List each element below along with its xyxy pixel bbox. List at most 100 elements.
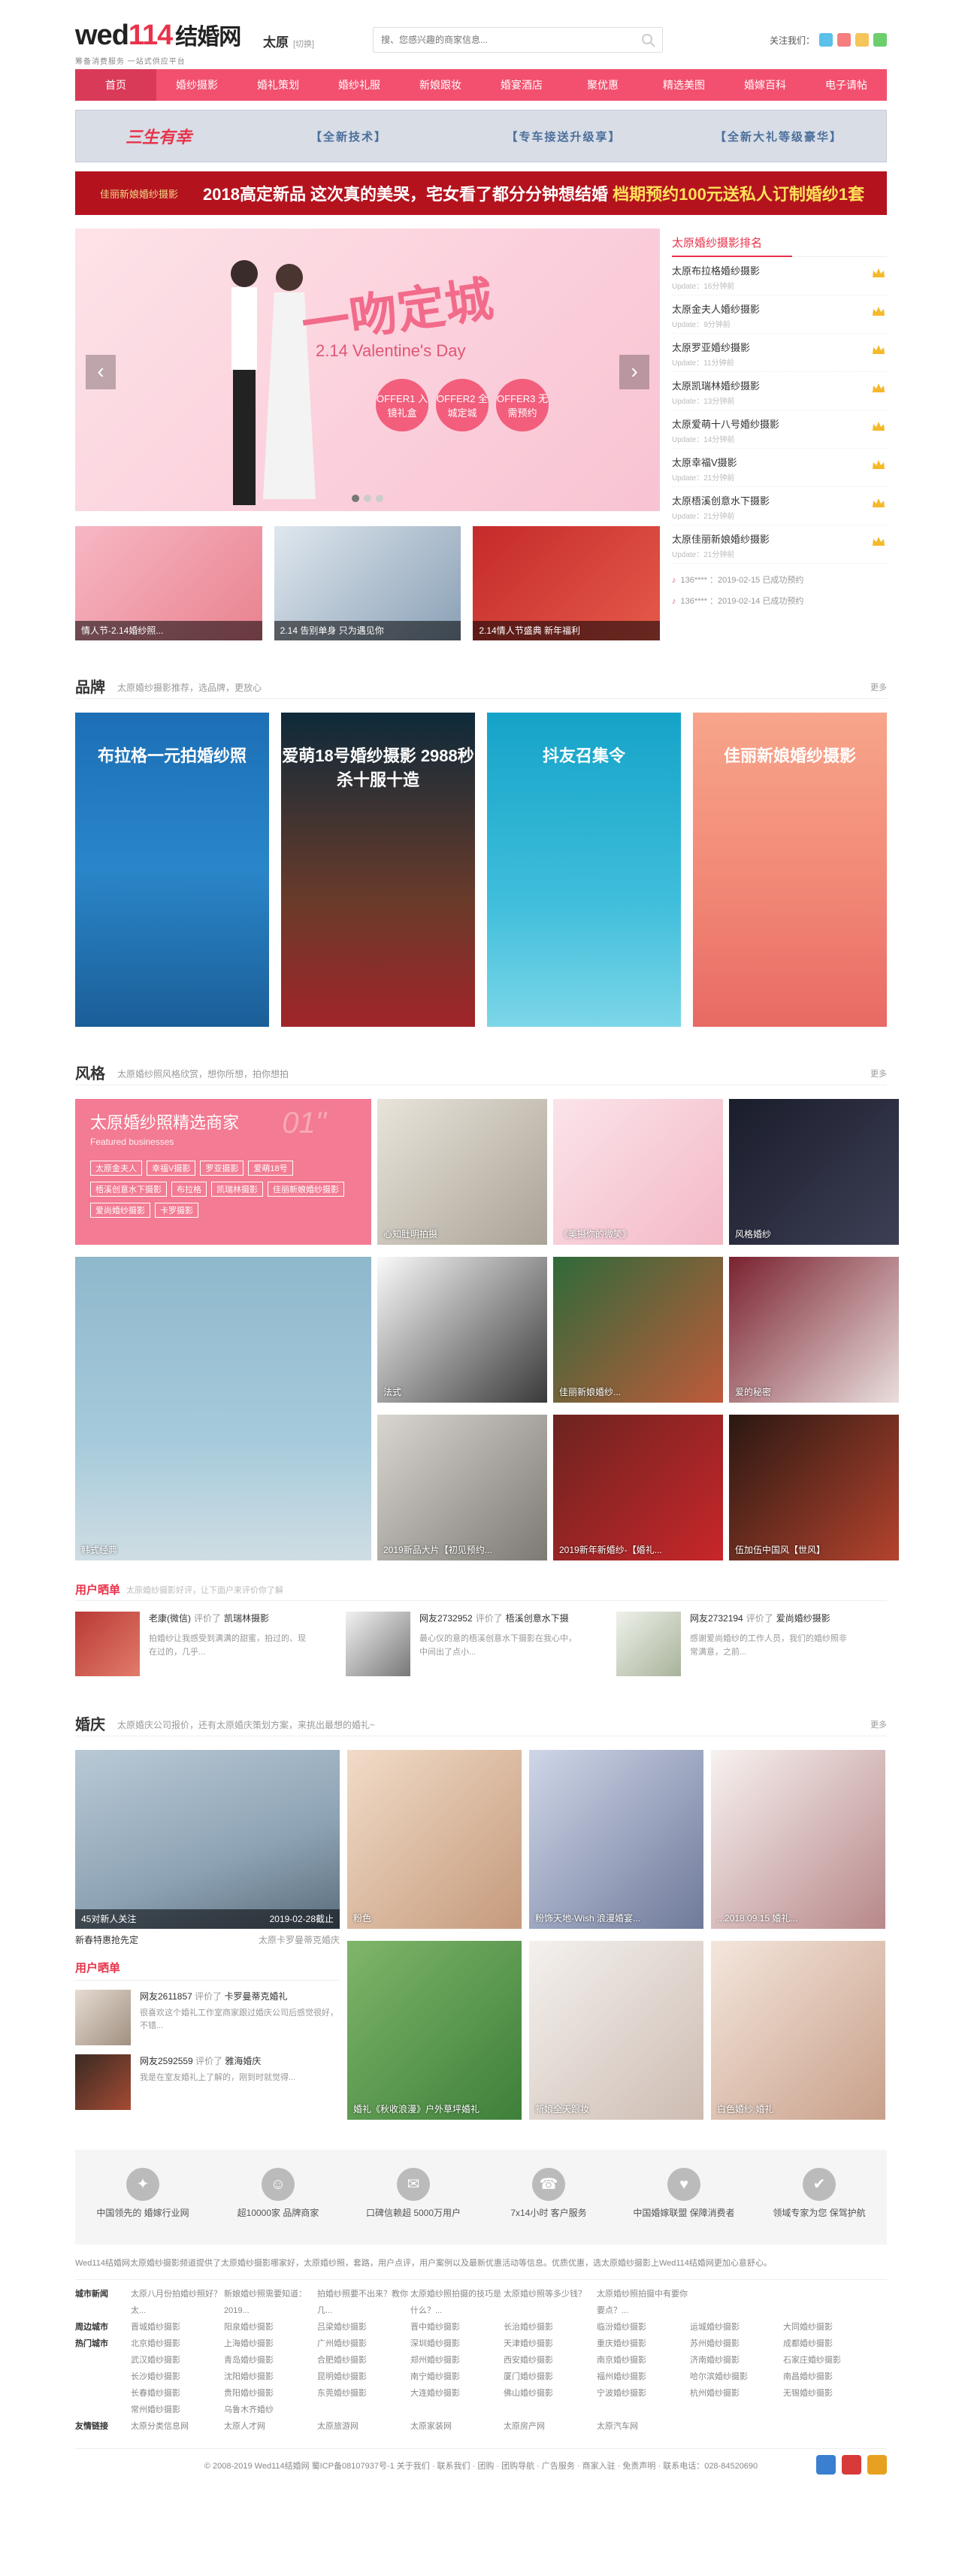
slider-dot[interactable] [376,495,383,502]
footer-link[interactable]: 南昌婚纱摄影 [783,2369,876,2385]
footer-link[interactable]: 哈尔滨婚纱摄影 [690,2369,783,2385]
footer-link[interactable]: 佛山婚纱摄影 [504,2385,597,2402]
nav-wedding-dress[interactable]: 婚纱礼服 [319,69,400,101]
footer-link[interactable]: 武汉婚纱摄影 [131,2352,224,2369]
shop-tag[interactable]: 罗亚摄影 [200,1161,244,1176]
wechat-icon[interactable] [873,33,887,47]
user-order[interactable]: 网友2732194 评价了 爱尚婚纱摄影 感谢爱尚婚纱的工作人员，我们的婚纱照非常满意… [616,1612,887,1678]
footer-link[interactable]: 济南婚纱摄影 [690,2352,783,2369]
more-link[interactable]: 更多 [870,681,887,693]
footer-link[interactable]: 北京婚纱摄影 [131,2335,224,2352]
nav-banquet-hotel[interactable]: 婚宴酒店 [481,69,562,101]
featured-photo[interactable]: 韩式经典 [75,1257,371,1560]
image-slider[interactable]: 一吻定城 2.14 Valentine's Day OFFER1 入镜礼盒 OF… [75,229,660,511]
shop-tag[interactable]: 布拉格 [171,1182,207,1197]
nav-gallery[interactable]: 精选美图 [643,69,725,101]
user-order[interactable]: 老康(微信) 评价了 凯瑞林摄影 拍婚纱让我感受到满满的甜蜜，拍过的、现在过的，几乎.… [75,1612,346,1678]
reviewed-shop[interactable]: 卡罗曼蒂克婚礼 [225,1991,288,2002]
wedding-item[interactable]: 新娘全天跟妆 [529,1941,703,2120]
footer-link[interactable]: 常州婚纱摄影 [131,2402,224,2418]
footer-link[interactable]: 太原房产网 [504,2418,597,2435]
footer-link[interactable]: 青岛婚纱摄影 [224,2352,317,2369]
footer-link[interactable]: 石家庄婚纱摄影 [783,2352,876,2369]
footer-link[interactable]: 太原分类信息网 [131,2418,224,2435]
footer-link[interactable]: 长沙婚纱摄影 [131,2369,224,2385]
style-item[interactable]: 佳丽新娘婚纱... [553,1257,723,1403]
footer-link[interactable]: 大同婚纱摄影 [783,2319,876,2335]
footer-link[interactable]: 太原汽车网 [597,2418,690,2435]
wedding-item[interactable]: ...2018.09.15 婚礼... [711,1750,885,1929]
ranking-item[interactable]: 太原爱萌十八号婚纱摄影 Update：14分钟前 [672,410,887,449]
reviewed-shop[interactable]: 梧溪创意水下摄 [506,1613,569,1624]
shop-tag[interactable]: 卡罗摄影 [155,1203,198,1218]
style-item[interactable]: 爱的秘密 [729,1257,899,1403]
ranking-item[interactable]: 太原凯瑞林婚纱摄影 Update：13分钟前 [672,372,887,410]
footer-link[interactable]: 太原婚纱照拍摄中有要你要点？... [597,2286,690,2319]
wedding-item[interactable]: 婚礼《秋收浪漫》户外草坪婚礼 [347,1941,522,2120]
footer-link[interactable]: 吕梁婚纱摄影 [317,2319,410,2335]
brand-card[interactable]: 佳丽新娘婚纱摄影 [693,713,887,1027]
footer-link[interactable]: 合肥婚纱摄影 [317,2352,410,2369]
footer-link[interactable]: 郑州婚纱摄影 [410,2352,504,2369]
footer-link[interactable]: 成都婚纱摄影 [783,2335,876,2352]
footer-link[interactable]: 厦门婚纱摄影 [504,2369,597,2385]
slider-next-button[interactable]: › [619,355,649,389]
footer-link[interactable]: 晋城婚纱摄影 [131,2319,224,2335]
slider-dot[interactable] [352,495,359,502]
ranking-item[interactable]: 太原罗亚婚纱摄影 Update：11分钟前 [672,334,887,372]
reviewed-shop[interactable]: 爱尚婚纱摄影 [776,1613,830,1624]
nav-encyclopedia[interactable]: 婚嫁百科 [725,69,806,101]
footer-link[interactable]: 晋中婚纱摄影 [410,2319,504,2335]
footer-link[interactable]: 杭州婚纱摄影 [690,2385,783,2402]
brand-card[interactable]: 爱萌18号婚纱摄影 2988秒杀十服十造 [281,713,475,1027]
ad-banner-1[interactable]: 三生有幸 【全新技术】 【专车接送升级享】 【全新大礼等级豪华】 [75,110,887,162]
footer-link[interactable]: 南京婚纱摄影 [597,2352,690,2369]
wedding-user-order[interactable]: 网友2592559 评价了 雅海婚庆 我是在室友婚礼上了解的，刚到时就觉得... [75,2054,340,2110]
wedding-item[interactable]: 白色婚纱 婚礼 [711,1941,885,2120]
footer-link[interactable]: 东莞婚纱摄影 [317,2385,410,2402]
promo-thumb[interactable]: 情人节-2.14婚纱照... [75,526,262,640]
shop-tag[interactable]: 凯瑞林摄影 [211,1182,263,1197]
footer-link[interactable]: 太原人才网 [224,2418,317,2435]
style-item[interactable]: 2019新品大片【初见预约... [377,1415,547,1560]
feature-promo[interactable]: 新春特惠抢先定 [75,1933,138,1946]
footer-link[interactable]: 无锡婚纱摄影 [783,2385,876,2402]
footer-link[interactable]: 宁波婚纱摄影 [597,2385,690,2402]
footer-link[interactable]: 福州婚纱摄影 [597,2369,690,2385]
footer-link[interactable]: 西安婚纱摄影 [504,2352,597,2369]
style-item[interactable]: 法式 [377,1257,547,1403]
site-logo[interactable]: wed114 结婚网 筹备消费服务 一站式供应平台 [75,21,256,66]
style-item[interactable]: 2019新年新婚纱-【婚礼... [553,1415,723,1560]
footer-link[interactable]: 长治婚纱摄影 [504,2319,597,2335]
footer-link[interactable]: 天津婚纱摄影 [504,2335,597,2352]
promo-thumb[interactable]: 2.14 告别单身 只为遇见你 [274,526,461,640]
footer-link[interactable]: 长春婚纱摄影 [131,2385,224,2402]
city-switch-link[interactable]: [切换] [293,40,314,49]
footer-link[interactable]: 运城婚纱摄影 [690,2319,783,2335]
footer-link[interactable]: 新娘婚纱照需要知道：2019... [224,2286,317,2319]
footer-link[interactable]: 太原婚纱照拍摄的技巧是什么？... [410,2286,504,2319]
ranking-item[interactable]: 太原佳丽新娘婚纱摄影 Update：21分钟前 [672,525,887,564]
ranking-item[interactable]: 太原布拉格婚纱摄影 Update：16分钟前 [672,257,887,295]
more-link[interactable]: 更多 [870,1067,887,1079]
shop-tag[interactable]: 太原金夫人 [90,1161,142,1176]
footer-link[interactable]: 阳泉婚纱摄影 [224,2319,317,2335]
wedding-feature[interactable]: 45对新人关注 2019-02-28截止 [75,1750,340,1929]
nav-e-invitation[interactable]: 电子请帖 [806,69,887,101]
search-input[interactable] [374,28,622,52]
shop-tag[interactable]: 梧溪创意水下摄影 [90,1182,167,1197]
city-selector[interactable]: 太原 [切换] [263,32,314,50]
footer-link[interactable]: 南宁婚纱摄影 [410,2369,504,2385]
nav-wedding-plan[interactable]: 婚礼策划 [237,69,319,101]
footer-link[interactable]: 乌鲁木齐婚纱 [224,2402,317,2418]
footer-link[interactable]: 深圳婚纱摄影 [410,2335,504,2352]
wedding-user-order[interactable]: 网友2611857 评价了 卡罗曼蒂克婚礼 很喜欢这个婚礼工作室商家跟过婚庆公司后… [75,1990,340,2045]
weibo-icon[interactable] [837,33,851,47]
credit-badge-icon[interactable] [867,2455,887,2475]
qzone-icon[interactable] [819,33,833,47]
shop-tag[interactable]: 爱萌18号 [248,1161,293,1176]
style-item[interactable]: 伍加伍中国风【世风】 [729,1415,899,1560]
search-icon[interactable] [641,33,656,48]
reviewed-shop[interactable]: 凯瑞林摄影 [224,1613,269,1624]
footer-link[interactable]: 太原八月份拍婚纱照好？太... [131,2286,224,2319]
